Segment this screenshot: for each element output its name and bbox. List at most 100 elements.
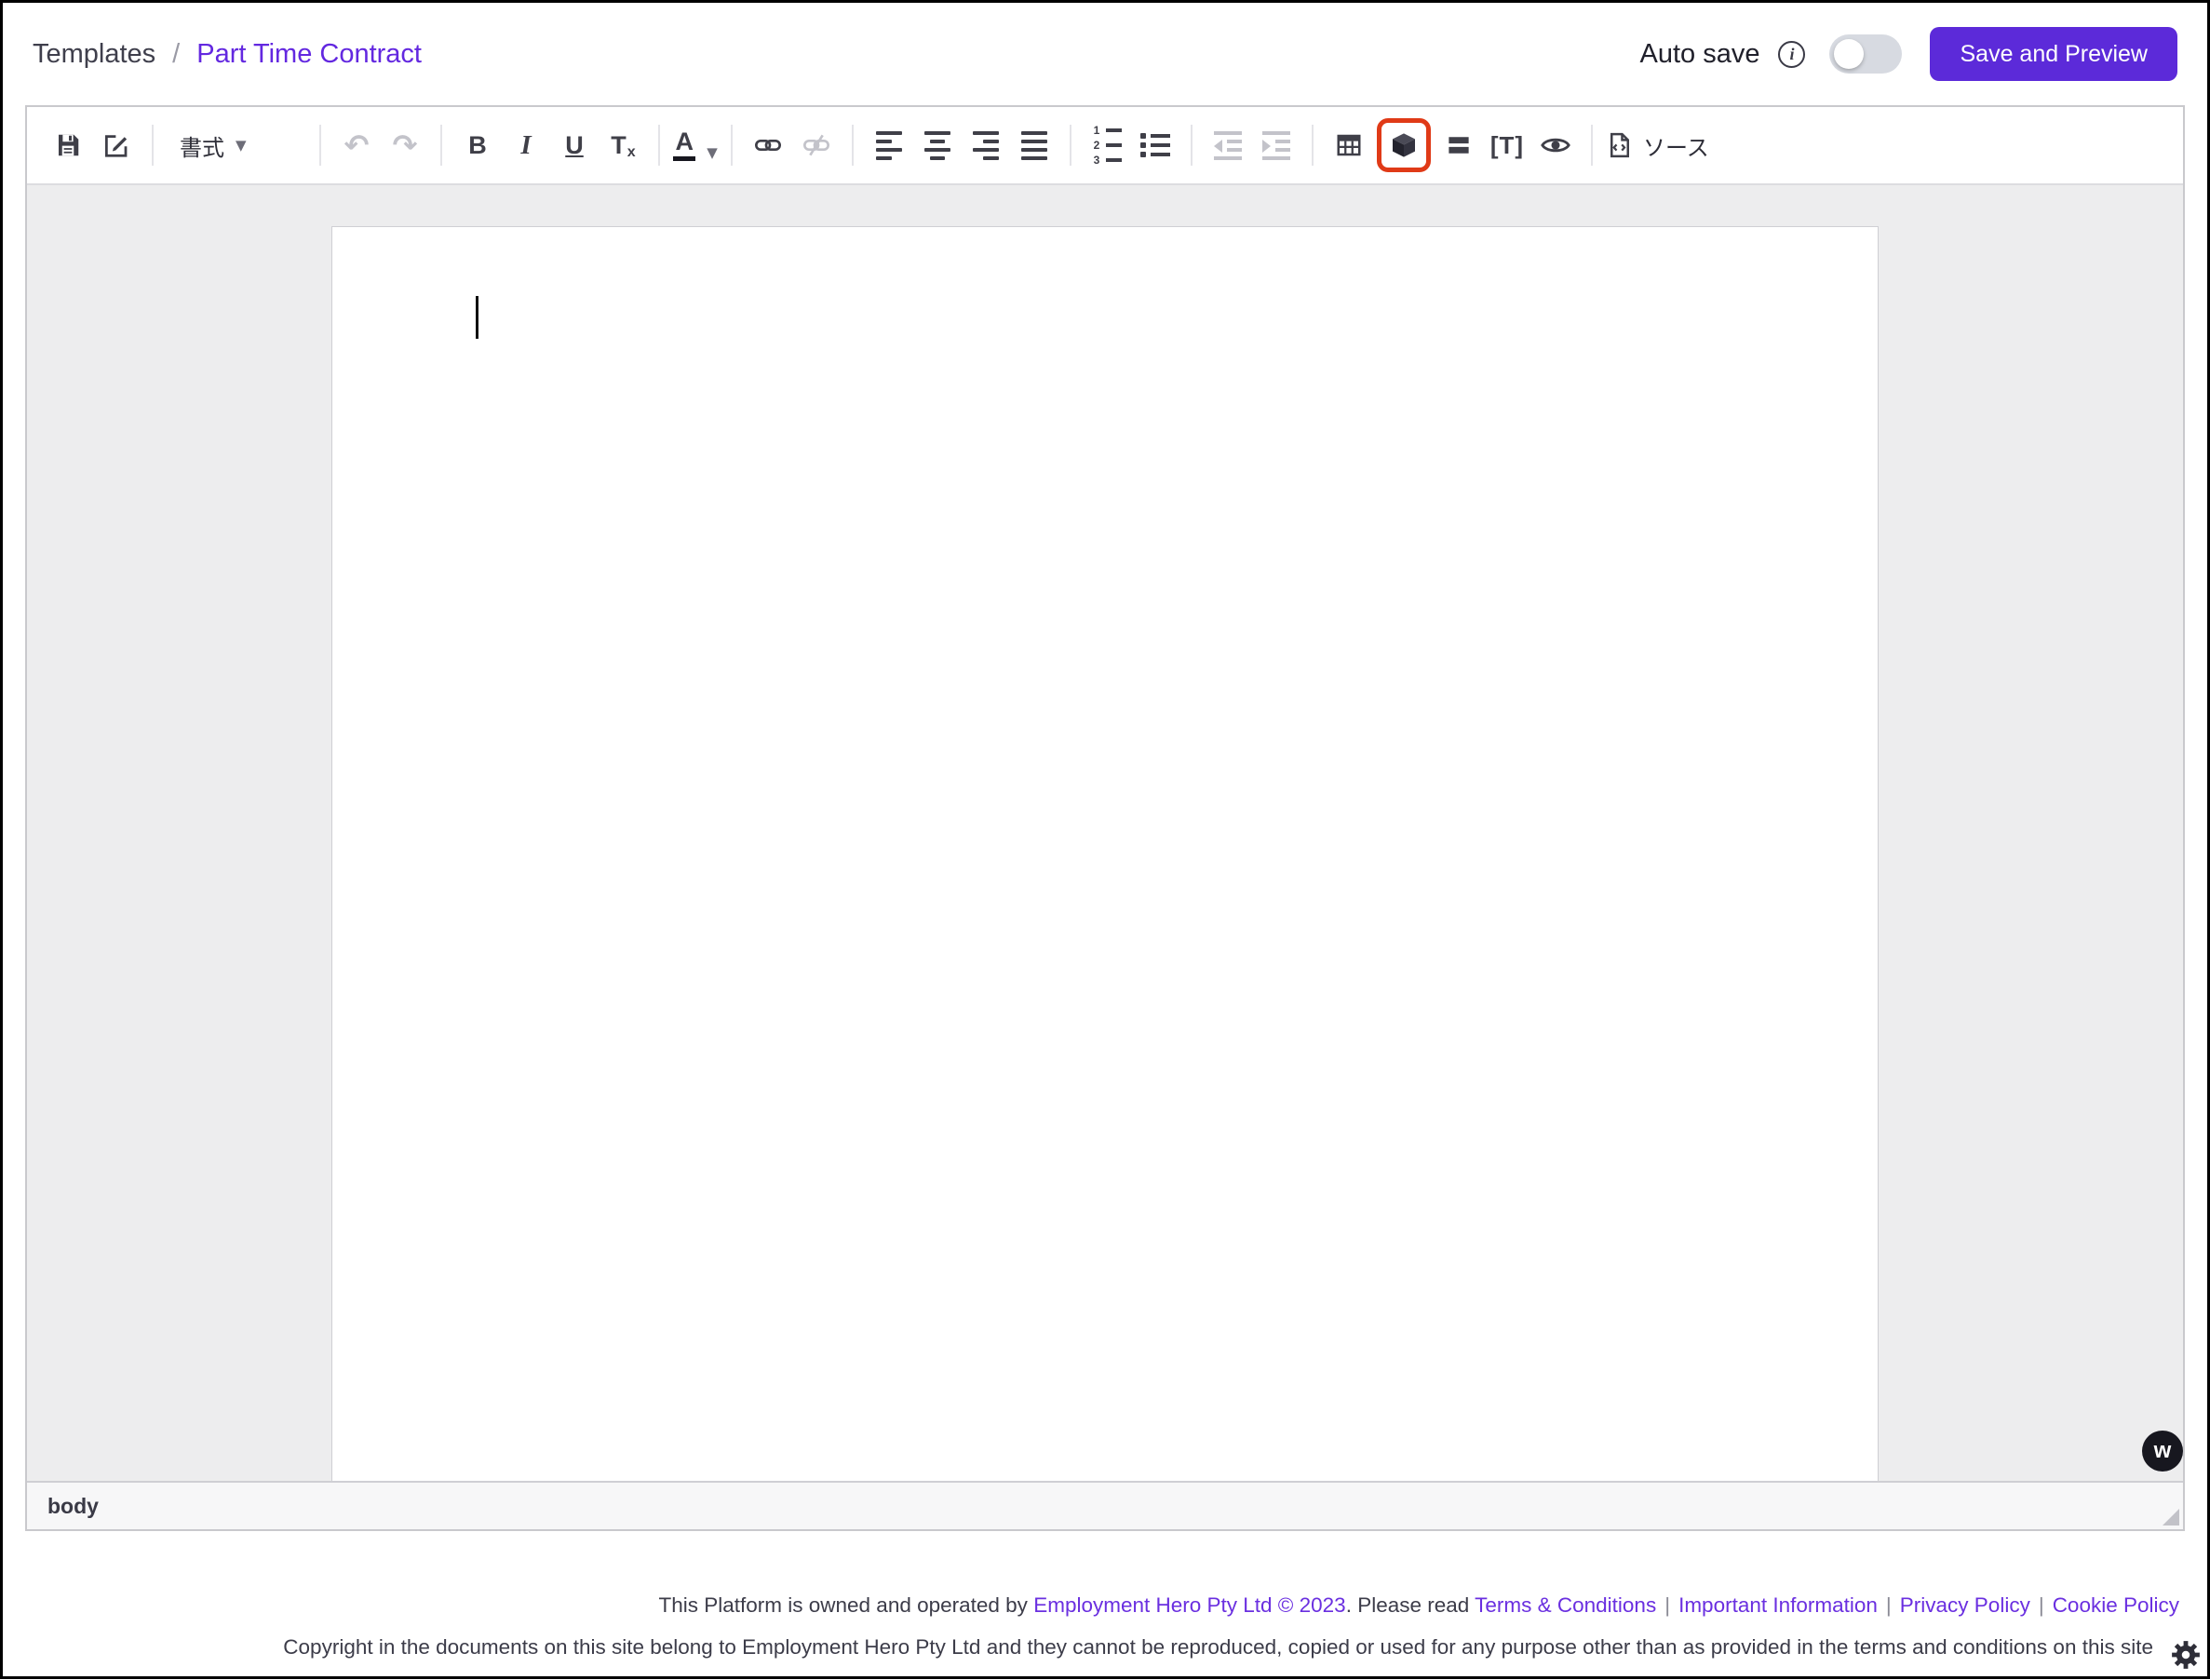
important-information-link[interactable]: Important Information: [1678, 1593, 1878, 1617]
info-icon[interactable]: i: [1778, 41, 1805, 68]
text-cursor: [476, 296, 478, 339]
bold-button[interactable]: B: [455, 123, 500, 168]
toolbar-separator: [1070, 125, 1071, 166]
insert-table-button[interactable]: [1327, 123, 1371, 168]
bold-icon: B: [468, 133, 487, 158]
text-color-icon: A: [675, 129, 694, 155]
align-center-button[interactable]: [915, 123, 960, 168]
div-container-button[interactable]: [1436, 123, 1481, 168]
edit-icon: [102, 131, 130, 159]
unlink-button[interactable]: [794, 123, 839, 168]
increase-indent-icon: [1262, 131, 1290, 160]
footer-line-2: Copyright in the documents on this site …: [31, 1632, 2179, 1663]
unlink-icon: [802, 130, 831, 160]
footer: This Platform is owned and operated by E…: [3, 1590, 2207, 1664]
autosave-label: Auto save: [1640, 39, 1760, 70]
workflow-badge-letter: w: [2154, 1438, 2172, 1464]
italic-icon: I: [520, 132, 531, 159]
breadcrumb-templates[interactable]: Templates: [33, 39, 155, 70]
undo-button[interactable]: ↶: [334, 123, 379, 168]
rich-text-editor: 書式 ▼ ↶ ↷ B I U Tx A: [25, 105, 2185, 1531]
source-button[interactable]: ソース: [1606, 123, 1709, 168]
element-path-body[interactable]: body: [47, 1494, 99, 1519]
format-dropdown-label: 書式: [180, 129, 224, 162]
elements-path-bar: body: [27, 1481, 2183, 1529]
top-bar: Templates / Part Time Contract Auto save…: [3, 3, 2207, 105]
justify-button[interactable]: [1012, 123, 1057, 168]
breadcrumb-separator: /: [172, 39, 180, 70]
decrease-indent-button[interactable]: [1206, 123, 1250, 168]
toolbar-separator: [658, 125, 660, 166]
preview-button[interactable]: [1533, 123, 1578, 168]
editor-canvas: w: [27, 185, 2183, 1481]
align-center-icon: [924, 131, 950, 160]
link-separator: |: [2039, 1593, 2044, 1617]
remove-format-button[interactable]: Tx: [600, 123, 645, 168]
editor-toolbar: 書式 ▼ ↶ ↷ B I U Tx A: [27, 107, 2183, 185]
toolbar-separator: [1312, 125, 1314, 166]
topbar-actions: Auto save i Save and Preview: [1640, 27, 2178, 81]
link-icon: [753, 130, 783, 160]
document-page[interactable]: [331, 226, 1879, 1481]
numbered-list-button[interactable]: 1 2 3: [1085, 123, 1129, 168]
insert-block-button[interactable]: [1381, 123, 1426, 168]
resize-handle-icon[interactable]: [2163, 1509, 2179, 1525]
toolbar-separator: [852, 125, 854, 166]
autosave-toggle[interactable]: [1829, 34, 1902, 74]
table-icon: [1335, 131, 1363, 159]
bulleted-list-icon: [1140, 133, 1170, 157]
footer-text-mid: . Please read: [1346, 1593, 1475, 1617]
remove-format-sub: x: [627, 144, 636, 161]
numbered-list-icon: 1 2 3: [1092, 125, 1122, 166]
format-dropdown[interactable]: 書式 ▼: [167, 123, 306, 168]
color-bar: [673, 156, 695, 161]
terms-conditions-link[interactable]: Terms & Conditions: [1475, 1593, 1656, 1617]
privacy-policy-link[interactable]: Privacy Policy: [1900, 1593, 2030, 1617]
bulleted-list-button[interactable]: [1133, 123, 1178, 168]
save-document-button[interactable]: [46, 123, 90, 168]
eye-icon: [1540, 129, 1571, 161]
text-color-button[interactable]: A ▼: [673, 123, 718, 168]
div-container-icon: [1445, 131, 1473, 159]
link-separator: |: [1664, 1593, 1670, 1617]
toolbar-separator: [152, 125, 154, 166]
toggle-knob: [1834, 39, 1864, 69]
toolbar-separator: [731, 125, 733, 166]
breadcrumb-current-template[interactable]: Part Time Contract: [196, 39, 422, 70]
toolbar-separator: [319, 125, 321, 166]
cube-icon: [1389, 130, 1419, 160]
redo-icon: ↷: [393, 130, 418, 160]
toolbar-separator: [1591, 125, 1593, 166]
cookie-policy-link[interactable]: Cookie Policy: [2053, 1593, 2179, 1617]
underline-button[interactable]: U: [552, 123, 597, 168]
edit-template-button[interactable]: [94, 123, 139, 168]
justify-icon: [1021, 131, 1047, 160]
toolbar-separator: [440, 125, 442, 166]
save-and-preview-button[interactable]: Save and Preview: [1930, 27, 2177, 81]
align-right-button[interactable]: [964, 123, 1008, 168]
workflow-badge[interactable]: w: [2142, 1431, 2183, 1472]
align-right-icon: [973, 131, 999, 160]
placeholder-button[interactable]: [T]: [1485, 123, 1529, 168]
align-left-icon: [876, 131, 902, 160]
highlight-ring: [1377, 118, 1431, 172]
italic-button[interactable]: I: [504, 123, 548, 168]
company-link[interactable]: Employment Hero Pty Ltd © 2023: [1033, 1593, 1346, 1617]
link-button[interactable]: [746, 123, 790, 168]
chevron-down-icon: ▼: [236, 137, 247, 154]
footer-line-1: This Platform is owned and operated by E…: [31, 1590, 2179, 1621]
underline-icon: U: [565, 133, 584, 158]
footer-text-prefix: This Platform is owned and operated by: [658, 1593, 1033, 1617]
breadcrumb: Templates / Part Time Contract: [33, 39, 422, 70]
placeholder-icon: [T]: [1490, 131, 1524, 160]
source-label: ソース: [1643, 129, 1709, 162]
link-separator: |: [1886, 1593, 1892, 1617]
settings-gear-icon[interactable]: [2170, 1639, 2202, 1671]
app-window: { "breadcrumb": { "root": "Templates", "…: [0, 0, 2210, 1679]
redo-button[interactable]: ↷: [383, 123, 427, 168]
undo-icon: ↶: [344, 130, 370, 160]
remove-format-icon: T: [611, 133, 627, 158]
align-left-button[interactable]: [867, 123, 911, 168]
increase-indent-button[interactable]: [1254, 123, 1299, 168]
chevron-down-icon: ▼: [707, 144, 718, 161]
